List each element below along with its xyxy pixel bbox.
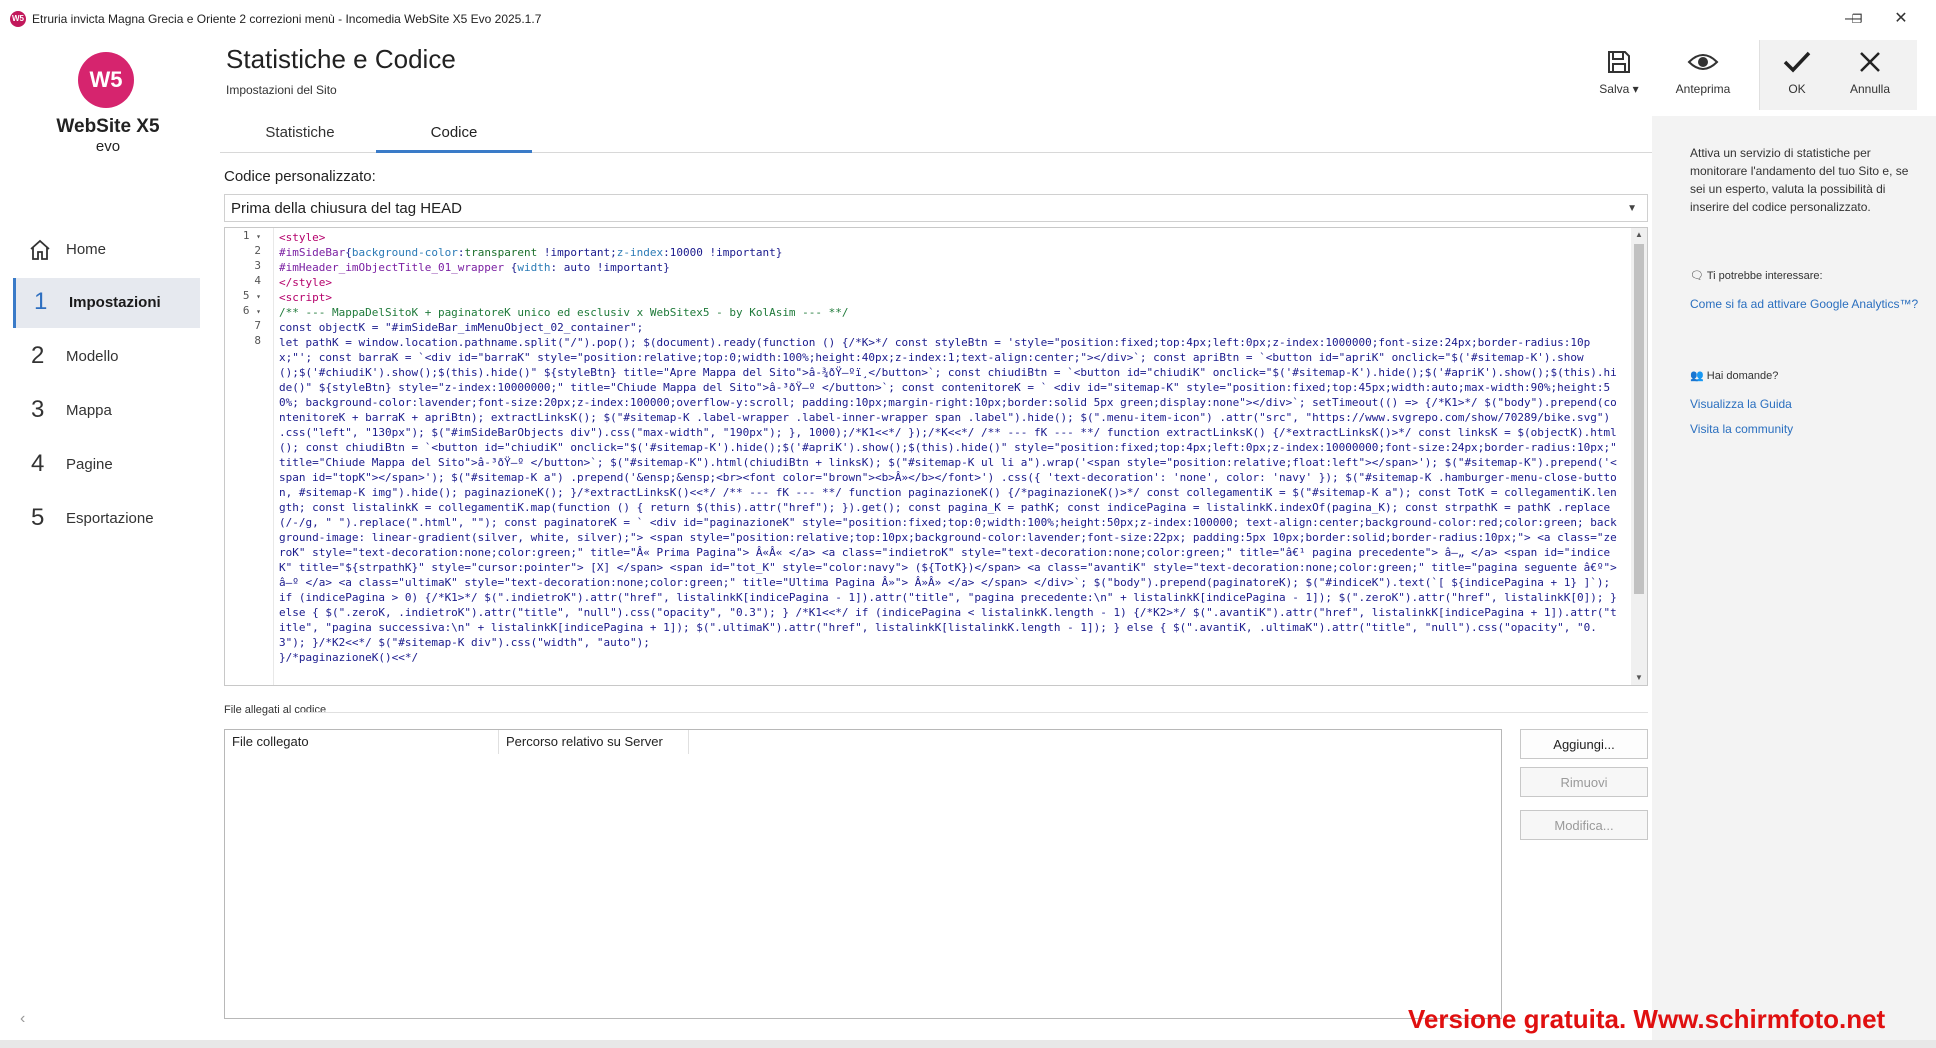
title-bar: W5 Etruria invicta Magna Grecia e Orient… <box>0 0 1936 38</box>
help-panel: Attiva un servizio di statistiche per mo… <box>1652 116 1936 1048</box>
interest-heading: 🗨 Ti potrebbe interessare: <box>1690 269 1823 282</box>
logo-sub: evo <box>95 138 121 155</box>
column-header-path[interactable]: Percorso relativo su Server <box>499 730 689 754</box>
line-number: 8 <box>254 334 261 347</box>
sidebar-item-label: Esportazione <box>66 510 154 527</box>
column-header-file[interactable]: File collegato <box>225 730 499 754</box>
line-number: 3 <box>254 259 261 272</box>
line-number: 4 <box>254 274 261 287</box>
attached-files-table[interactable]: File collegato Percorso relativo su Serv… <box>224 729 1502 1019</box>
cancel-label: Annulla <box>1849 82 1891 96</box>
add-file-button[interactable]: Aggiungi... <box>1520 729 1648 759</box>
sidebar-item-number: 4 <box>31 450 45 477</box>
attached-files-label: File allegati al codice <box>224 704 327 716</box>
line-number-gutter: 1 ▾ 2 3 4 5 ▾ 6 ▾ 7 8 <box>225 228 274 685</box>
cancel-x-icon <box>1834 44 1906 80</box>
ok-label: OK <box>1788 82 1806 96</box>
logo-mark: W5 <box>78 52 134 108</box>
preview-button[interactable]: Anteprima <box>1667 44 1739 104</box>
help-description: Attiva un servizio di statistiche per mo… <box>1690 146 1909 214</box>
app-logo: W5 WebSite X5 evo <box>55 52 175 162</box>
save-label: Salva <box>1599 82 1630 96</box>
chevron-down-icon: ▼ <box>1627 203 1637 214</box>
save-button[interactable]: Salva ▾ <box>1583 44 1655 104</box>
code-editor[interactable]: 1 ▾ 2 3 4 5 ▾ 6 ▾ 7 8 <style> #imSideBar… <box>224 227 1648 686</box>
save-icon <box>1583 44 1655 80</box>
sidebar-item-mappa[interactable]: 3 Mappa <box>13 386 197 436</box>
app-icon: W5 <box>10 11 26 27</box>
scroll-thumb[interactable] <box>1634 244 1644 594</box>
remove-file-button[interactable]: Rimuovi <box>1520 767 1648 797</box>
edit-file-button[interactable]: Modifica... <box>1520 810 1648 840</box>
line-number: 6 ▾ <box>242 304 261 317</box>
interest-title: Ti potrebbe interessare: <box>1706 270 1823 282</box>
close-button[interactable]: ✕ <box>1878 6 1924 32</box>
community-link[interactable]: Visita la community <box>1690 420 1920 438</box>
sidebar-item-number: 1 <box>34 288 48 315</box>
watermark: Versione gratuita. Www.schirmfoto.net <box>1408 1004 1886 1034</box>
sidebar-item-pagine[interactable]: 4 Pagine <box>13 440 197 490</box>
google-analytics-link[interactable]: Come si fa ad attivare Google Analytics™… <box>1690 295 1920 313</box>
tab-codice[interactable]: Codice <box>376 116 532 153</box>
code-position-select[interactable]: Prima della chiusura del tag HEAD ▼ <box>224 194 1648 222</box>
sidebar-item-label: Home <box>66 241 107 258</box>
questions-title: Hai domande? <box>1706 370 1779 382</box>
sidebar-item-modello[interactable]: 2 Modello <box>13 332 197 382</box>
divider <box>300 712 1648 713</box>
guide-link[interactable]: Visualizza la Guida <box>1690 395 1920 413</box>
sidebar-item-esportazione[interactable]: 5 Esportazione <box>13 494 197 544</box>
window-title: Etruria invicta Magna Grecia e Oriente 2… <box>32 12 542 26</box>
sidebar: W5 WebSite X5 evo Home 1 Impostazioni 2 … <box>0 38 210 1048</box>
questions-heading: 👥 Hai domande? <box>1690 369 1778 382</box>
checkmark-icon <box>1761 44 1833 80</box>
chat-icon: 🗨 <box>1690 270 1704 282</box>
chevron-down-icon: ▾ <box>1632 82 1639 96</box>
editor-scrollbar[interactable]: ▲ ▼ <box>1631 228 1647 685</box>
sidebar-item-home[interactable]: Home <box>13 225 197 275</box>
preview-label: Anteprima <box>1675 82 1731 96</box>
sidebar-item-impostazioni[interactable]: 1 Impostazioni <box>13 278 200 328</box>
collapse-sidebar-icon[interactable]: ‹ <box>20 1010 25 1028</box>
custom-code-label: Codice personalizzato: <box>224 168 376 185</box>
logo-name: WebSite X5 <box>56 116 160 137</box>
line-number: 7 <box>254 319 261 332</box>
sidebar-item-number: 5 <box>31 504 45 531</box>
tab-statistiche[interactable]: Statistiche <box>222 116 378 150</box>
scroll-up-icon[interactable]: ▲ <box>1631 228 1647 242</box>
sidebar-item-number: 2 <box>31 342 45 369</box>
sidebar-item-number: 3 <box>31 396 45 423</box>
line-number: 2 <box>254 244 261 257</box>
line-number: 1 ▾ <box>242 229 261 242</box>
home-icon <box>28 238 52 266</box>
page-subtitle: Impostazioni del Sito <box>226 83 337 97</box>
ok-button[interactable]: OK <box>1761 44 1833 104</box>
maximize-button[interactable]: ❐ <box>1834 6 1880 32</box>
sidebar-item-label: Pagine <box>66 456 113 473</box>
bottom-border <box>0 1040 1936 1048</box>
sidebar-item-label: Mappa <box>66 402 112 419</box>
eye-icon <box>1667 44 1739 80</box>
tab-bar: Statistiche Codice <box>220 116 1652 153</box>
code-position-value: Prima della chiusura del tag HEAD <box>231 200 462 217</box>
page-title: Statistiche e Codice <box>226 44 456 74</box>
scroll-down-icon[interactable]: ▼ <box>1631 671 1647 685</box>
code-content[interactable]: <style> #imSideBar{background-color:tran… <box>279 230 1617 665</box>
cancel-button[interactable]: Annulla <box>1834 44 1906 104</box>
sidebar-item-label: Modello <box>66 348 119 365</box>
sidebar-item-label: Impostazioni <box>69 294 161 311</box>
people-icon: 👥 <box>1690 370 1704 382</box>
line-number: 5 ▾ <box>242 289 261 302</box>
